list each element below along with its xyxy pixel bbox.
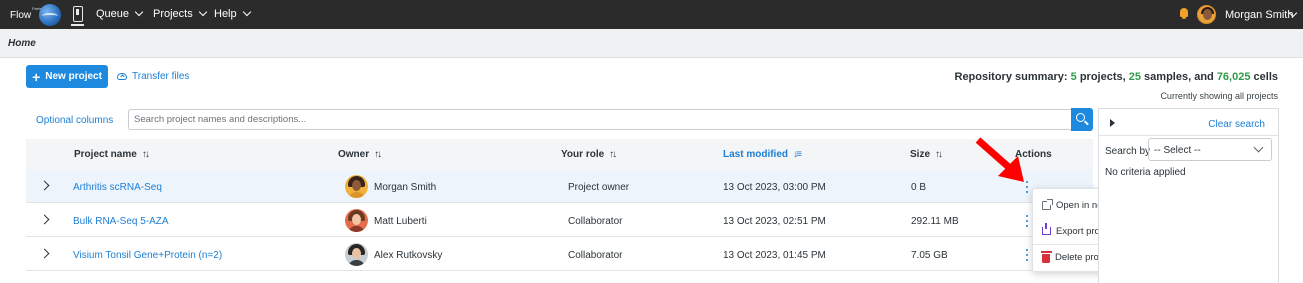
table-row[interactable]: Bulk RNA-Seq 5-AZA Matt Luberti Collabor… [26, 204, 1093, 237]
owner-name: Matt Luberti [374, 216, 427, 227]
size-text: 0 B [911, 182, 927, 193]
column-header-last-modified[interactable]: Last modified ↓≡ [723, 149, 802, 160]
avatar [345, 209, 368, 232]
table-header: Project name ↑↓ Owner ↑↓ Your role ↑↓ La… [26, 139, 1093, 170]
user-menu-name[interactable]: Morgan Smith [1225, 9, 1293, 21]
plus-icon: + [32, 68, 41, 85]
nav-queue-label: Queue [96, 8, 130, 20]
last-modified-text: 13 Oct 2023, 03:00 PM [723, 182, 826, 193]
owner-name: Alex Rutkovsky [374, 250, 443, 261]
size-text: 292.11 MB [911, 216, 959, 227]
chevron-down-icon [198, 7, 207, 17]
filter-panel-header: Clear search [1099, 109, 1278, 136]
nav-projects-label: Projects [153, 8, 193, 20]
column-header-label: Last modified [723, 149, 789, 160]
column-header-label: Your role [561, 149, 605, 160]
cloud-upload-icon [117, 73, 127, 80]
table-row[interactable]: Visium Tonsil Gene+Protein (n=2) Alex Ru… [26, 238, 1093, 271]
project-name-link[interactable]: Arthritis scRNA-Seq [73, 182, 162, 193]
breadcrumb[interactable]: Home [8, 38, 36, 49]
nav-help[interactable]: Help [214, 7, 251, 20]
clear-search-link[interactable]: Clear search [1208, 119, 1265, 130]
chevron-right-icon[interactable] [39, 180, 50, 191]
filter-panel: Clear search Search by -- Select -- No c… [1098, 108, 1279, 283]
search-button[interactable] [1071, 108, 1093, 131]
avatar [345, 243, 368, 266]
search-by-label: Search by [1105, 146, 1151, 157]
search-by-select[interactable]: -- Select -- [1148, 138, 1272, 161]
currently-showing-text: Currently showing all projects [1160, 91, 1278, 101]
summary-samples-word: samples, and [1141, 71, 1217, 83]
nav-queue[interactable]: Queue [96, 7, 144, 20]
sort-icon: ↑↓ [141, 149, 150, 160]
sort-icon: ↑↓ [374, 149, 382, 160]
trash-icon [1040, 251, 1052, 263]
annotation-arrow [975, 137, 1024, 182]
more-actions-icon[interactable] [1024, 248, 1030, 262]
column-header-owner[interactable]: Owner ↑↓ [338, 149, 382, 160]
optional-columns-link[interactable]: Optional columns [36, 115, 113, 126]
samples-count: 25 [1128, 71, 1141, 83]
chevron-down-icon [1253, 142, 1264, 153]
app-logo[interactable]: Partek Flow [7, 3, 63, 27]
last-modified-text: 13 Oct 2023, 02:51 PM [723, 216, 826, 227]
role-text: Collaborator [568, 216, 623, 227]
summary-projects-word: projects, [1076, 71, 1129, 83]
column-header-size[interactable]: Size ↑↓ [910, 149, 943, 160]
select-value: -- Select -- [1154, 145, 1201, 156]
summary-prefix: Repository summary: [954, 71, 1071, 83]
transfer-files-label: Transfer files [132, 71, 190, 82]
expand-panel-icon[interactable] [1110, 119, 1115, 127]
size-text: 7.05 GB [911, 250, 948, 261]
top-navigation-bar: Partek Flow Queue Projects Help Morgan S… [0, 0, 1303, 29]
project-name-link[interactable]: Bulk RNA-Seq 5-AZA [73, 216, 169, 227]
sort-descending-icon: ↓≡ [793, 149, 802, 160]
no-criteria-text: No criteria applied [1105, 167, 1186, 178]
table-row[interactable]: Arthritis scRNA-Seq Morgan Smith Project… [26, 170, 1093, 203]
role-text: Project owner [568, 182, 630, 193]
external-link-icon [1042, 198, 1053, 210]
sort-icon: ↑↓ [609, 149, 617, 160]
breadcrumb-bar: Home [0, 29, 1303, 58]
brand-name: Flow [10, 10, 32, 21]
nav-projects[interactable]: Projects [153, 7, 207, 20]
sort-icon: ↑↓ [935, 149, 943, 160]
device-icon[interactable] [71, 6, 84, 26]
transfer-files-link[interactable]: Transfer files [117, 71, 189, 82]
globe-icon [39, 4, 61, 26]
column-header-label: Owner [338, 149, 370, 160]
chevron-right-icon[interactable] [39, 214, 50, 225]
last-modified-text: 13 Oct 2023, 01:45 PM [723, 250, 826, 261]
nav-help-label: Help [214, 8, 237, 20]
new-project-button[interactable]: + New project [26, 65, 108, 88]
new-project-label: New project [45, 71, 102, 82]
cells-count: 76,025 [1216, 71, 1251, 83]
more-actions-icon[interactable] [1024, 214, 1030, 228]
bell-icon[interactable] [1179, 8, 1189, 19]
column-header-label: Size [910, 149, 931, 160]
search-input[interactable] [128, 109, 1071, 130]
column-header-project-name[interactable]: Project name ↑↓ [74, 149, 150, 160]
user-avatar[interactable] [1197, 5, 1216, 24]
summary-cells-word: cells [1250, 71, 1278, 83]
column-header-role[interactable]: Your role ↑↓ [561, 149, 617, 160]
owner-name: Morgan Smith [374, 182, 437, 193]
export-icon [1042, 223, 1051, 235]
chevron-right-icon[interactable] [39, 248, 50, 259]
chevron-down-icon [242, 7, 251, 17]
chevron-down-icon [134, 7, 144, 17]
project-name-link[interactable]: Visium Tonsil Gene+Protein (n=2) [73, 250, 222, 261]
repository-summary: Repository summary: 5 projects, 25 sampl… [955, 71, 1279, 83]
column-header-label: Project name [74, 149, 137, 160]
avatar [345, 175, 368, 198]
role-text: Collaborator [568, 250, 623, 261]
